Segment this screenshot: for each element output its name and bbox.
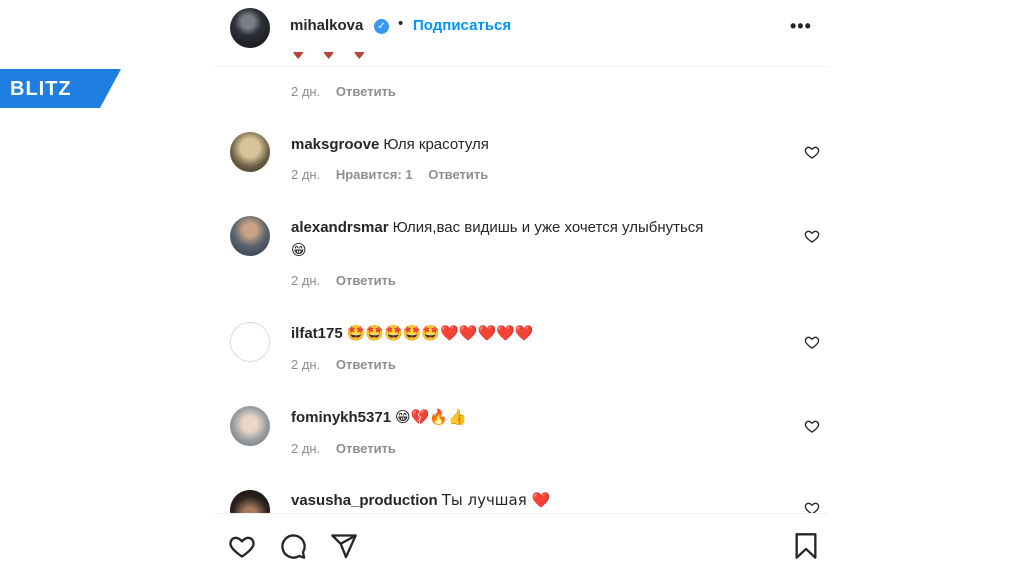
like-comment-heart-icon[interactable]	[804, 144, 820, 160]
commenter-username[interactable]: alexandrsmar	[291, 219, 389, 236]
like-comment-heart-icon[interactable]	[804, 334, 820, 350]
comment-body: Юля красотуля	[383, 136, 489, 153]
verified-badge-icon: ✓	[374, 19, 389, 34]
commenter-username[interactable]: ilfat175	[291, 325, 343, 342]
comment-meta: 2 дн. Ответить	[291, 441, 408, 456]
comment-meta: 2 дн. Ответить	[291, 273, 408, 288]
comment-meta: 2 дн. Нравится: 1 Ответить	[291, 167, 500, 182]
more-options-button[interactable]: •••	[790, 16, 812, 37]
commenter-avatar[interactable]	[230, 216, 270, 256]
reply-button[interactable]: Ответить	[336, 84, 396, 99]
comment-text: ilfat175 🤩🤩🤩🤩🤩❤️❤️❤️❤️❤️	[291, 322, 771, 345]
reply-button[interactable]: Ответить	[336, 441, 396, 456]
reply-button[interactable]: Ответить	[336, 357, 396, 372]
author-avatar[interactable]	[230, 8, 270, 48]
post-comments-panel: mihalkova ✓ • Подписаться ••• ♥♥♥ 2 дн. …	[214, 0, 828, 577]
comment-text: maksgroove Юля красотуля	[291, 134, 771, 156]
blitz-logo-text: BLITZ	[10, 78, 72, 100]
like-comment-heart-icon[interactable]	[804, 500, 820, 513]
commenter-username[interactable]: maksgroove	[291, 136, 379, 153]
comment-body: Ты лучшая ❤️	[441, 491, 551, 509]
share-icon[interactable]	[330, 532, 358, 560]
reply-button[interactable]: Ответить	[428, 167, 488, 182]
comment-body: Юлия,вас видишь и уже хочется улыбнуться	[392, 219, 704, 236]
commenter-avatar[interactable]	[230, 406, 270, 446]
bookmark-icon[interactable]	[792, 532, 820, 560]
comment-body: 🤩🤩🤩🤩🤩❤️❤️❤️❤️❤️	[346, 324, 534, 342]
comment-text: vasusha_production Ты лучшая ❤️	[291, 489, 771, 512]
partial-comment-meta: 2 дн. Ответить	[291, 84, 408, 99]
author-username[interactable]: mihalkova	[290, 17, 363, 34]
comment-time: 2 дн.	[291, 273, 321, 288]
comment-item: vasusha_production Ты лучшая ❤️	[214, 488, 828, 513]
heart-icon[interactable]	[228, 532, 256, 560]
comment-time: 2 дн.	[291, 167, 321, 182]
comment-meta: 2 дн. Ответить	[291, 357, 408, 372]
reply-button[interactable]: Ответить	[336, 273, 396, 288]
comment-time: 2 дн.	[291, 84, 321, 99]
separator-dot: •	[398, 15, 404, 32]
post-action-bar	[214, 513, 828, 577]
comment-text: fominykh5371 😁💔🔥👍	[291, 406, 771, 429]
comment-emoji: 😁	[291, 241, 307, 259]
commenter-avatar[interactable]	[230, 322, 270, 362]
partial-comment-emojis: ♥♥♥	[292, 52, 384, 63]
comment-icon[interactable]	[279, 532, 307, 560]
comment-time: 2 дн.	[291, 357, 321, 372]
commenter-username[interactable]: fominykh5371	[291, 409, 391, 426]
comment-time: 2 дн.	[291, 441, 321, 456]
comment-body: 😁💔🔥👍	[395, 408, 467, 426]
commenter-avatar[interactable]	[230, 132, 270, 172]
commenter-avatar[interactable]	[230, 490, 270, 513]
comment-likes[interactable]: Нравится: 1	[336, 167, 413, 182]
follow-button[interactable]: Подписаться	[413, 17, 511, 34]
like-comment-heart-icon[interactable]	[804, 228, 820, 244]
comment-text: alexandrsmar Юлия,вас видишь и уже хочетс…	[291, 217, 771, 262]
commenter-username[interactable]: vasusha_production	[291, 492, 438, 509]
like-comment-heart-icon[interactable]	[804, 418, 820, 434]
